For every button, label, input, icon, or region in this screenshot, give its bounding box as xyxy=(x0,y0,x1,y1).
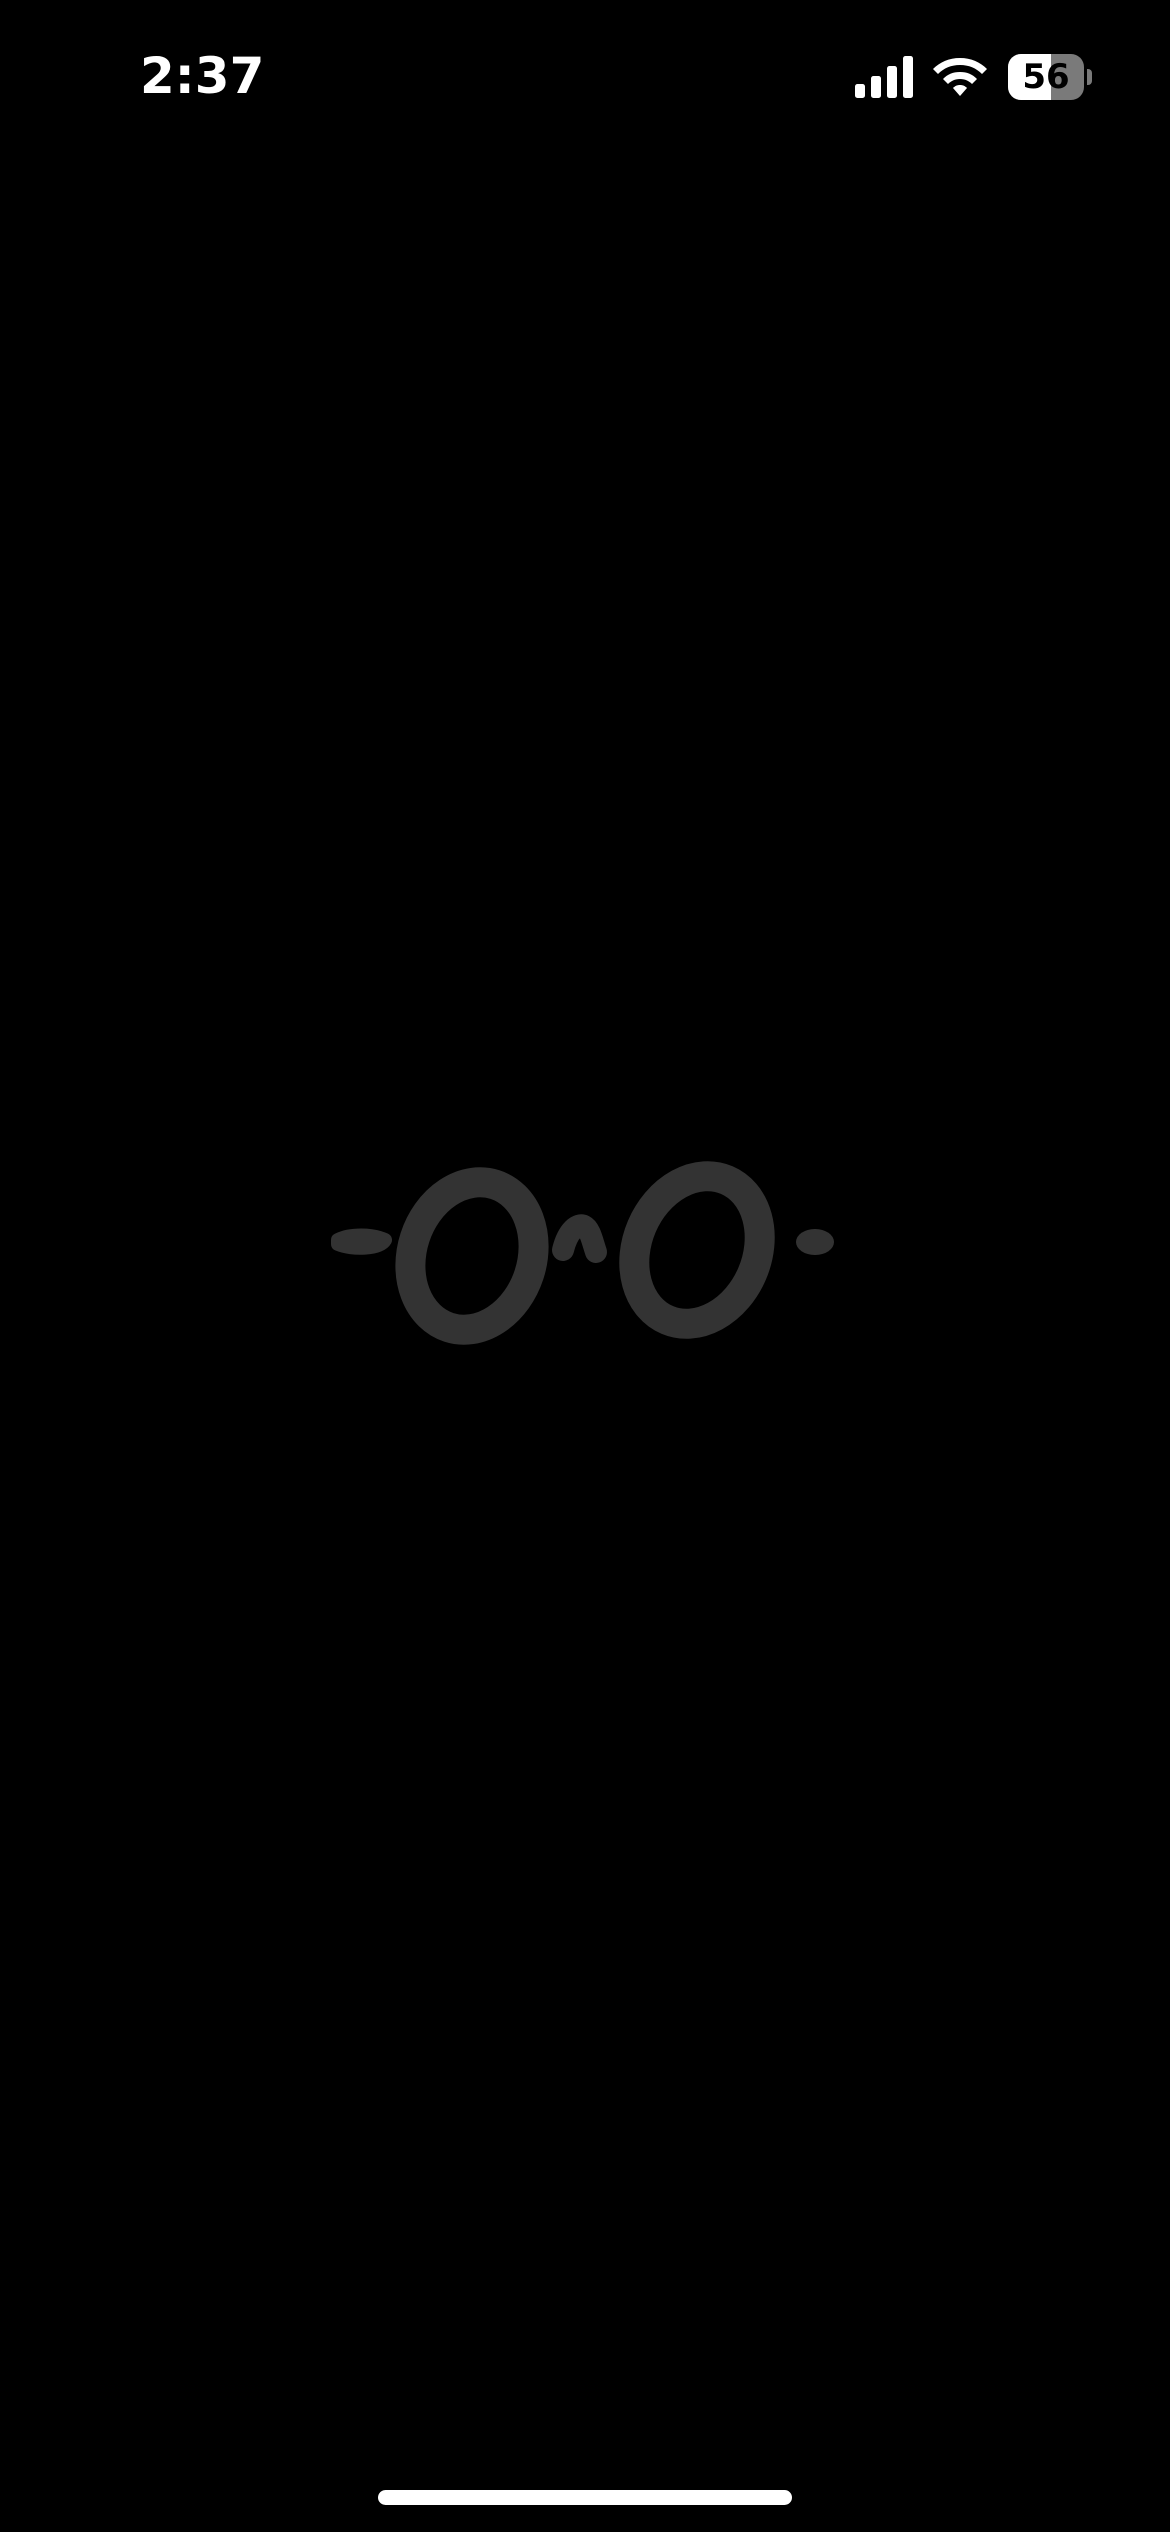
home-indicator[interactable] xyxy=(378,2490,792,2505)
status-bar: 2:37 56 xyxy=(0,0,1170,150)
wifi-icon xyxy=(933,58,987,96)
cellular-signal-icon xyxy=(855,56,913,98)
battery-level-label: 56 xyxy=(1022,57,1070,97)
splash-screen: 2:37 56 xyxy=(0,0,1170,2532)
battery-body: 56 xyxy=(1008,54,1084,100)
battery-indicator: 56 xyxy=(1008,54,1092,100)
battery-nub xyxy=(1087,69,1092,85)
status-time: 2:37 xyxy=(140,47,265,105)
glasses-logo-icon xyxy=(331,1161,834,1345)
